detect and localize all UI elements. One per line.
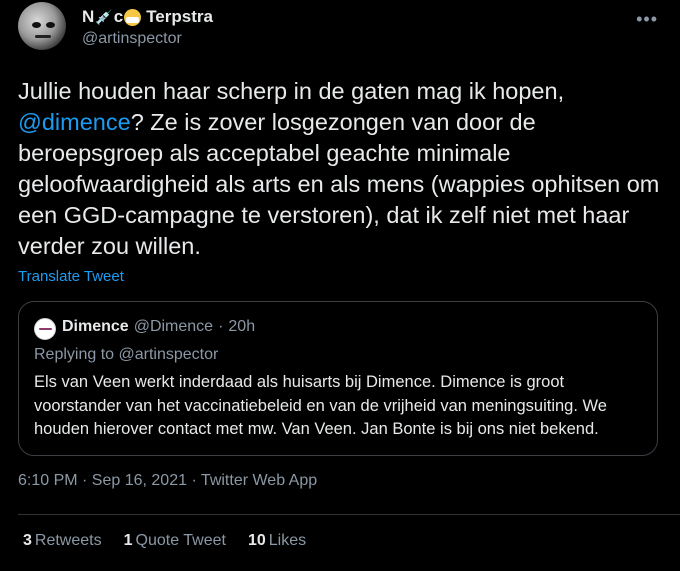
author-avatar[interactable] <box>18 2 66 50</box>
translate-tweet-link[interactable]: Translate Tweet <box>18 268 124 285</box>
tweet-metadata[interactable]: 6:10 PM · Sep 16, 2021 · Twitter Web App <box>18 472 317 490</box>
retweets-label: Retweets <box>34 532 102 549</box>
quoted-replying-to: Replying to @artinspector <box>34 346 218 364</box>
quoted-header: Dimence @Dimence · 20h <box>62 318 255 336</box>
author-name-prefix: N <box>82 7 95 26</box>
quoted-tweet[interactable]: Dimence @Dimence · 20h Replying to @arti… <box>18 301 658 456</box>
quoted-avatar <box>34 318 56 340</box>
mention-link[interactable]: @dimence <box>18 109 131 135</box>
avatar-eye-right <box>46 22 55 28</box>
quoted-author-name: Dimence <box>62 318 129 335</box>
syringe-emoji-icon: 💉 <box>95 8 113 25</box>
tweet-text: Jullie houden haar scherp in de gaten ma… <box>18 76 668 262</box>
quote-tweets-stat[interactable]: 1 Quote Tweet <box>124 532 226 550</box>
replying-to-handle: @artinspector <box>118 346 219 363</box>
replying-to-prefix: Replying to <box>34 346 119 363</box>
avatar-eye-left <box>32 22 41 28</box>
author-name-mid: c <box>113 7 124 26</box>
mask-emoji-icon <box>124 8 142 26</box>
engagement-stats: 3 Retweets 1 Quote Tweet 10 Likes <box>23 532 306 550</box>
tweet-text-part-1: Jullie houden haar scherp in de gaten ma… <box>18 78 565 104</box>
author-handle[interactable]: @artinspector <box>82 30 182 48</box>
avatar-mouth <box>35 35 51 38</box>
likes-count: 10 <box>247 532 266 549</box>
quotes-count: 1 <box>123 532 133 549</box>
retweets-stat[interactable]: 3 Retweets <box>23 532 102 550</box>
retweets-count: 3 <box>23 532 32 549</box>
quoted-body: Els van Veen werkt inderdaad als huisart… <box>34 373 607 438</box>
quoted-time: 20h <box>228 318 256 335</box>
quotes-label: Quote Tweet <box>135 532 226 549</box>
more-horizontal-icon[interactable]: ••• <box>636 9 658 30</box>
likes-stat[interactable]: 10 Likes <box>248 532 306 550</box>
likes-label: Likes <box>268 532 307 549</box>
author-name[interactable]: N 💉 c Terpstra <box>82 7 213 27</box>
quoted-separator: · <box>218 318 224 335</box>
divider <box>18 514 680 515</box>
quoted-author-handle: @Dimence <box>133 318 214 335</box>
author-name-suffix: Terpstra <box>146 7 213 26</box>
